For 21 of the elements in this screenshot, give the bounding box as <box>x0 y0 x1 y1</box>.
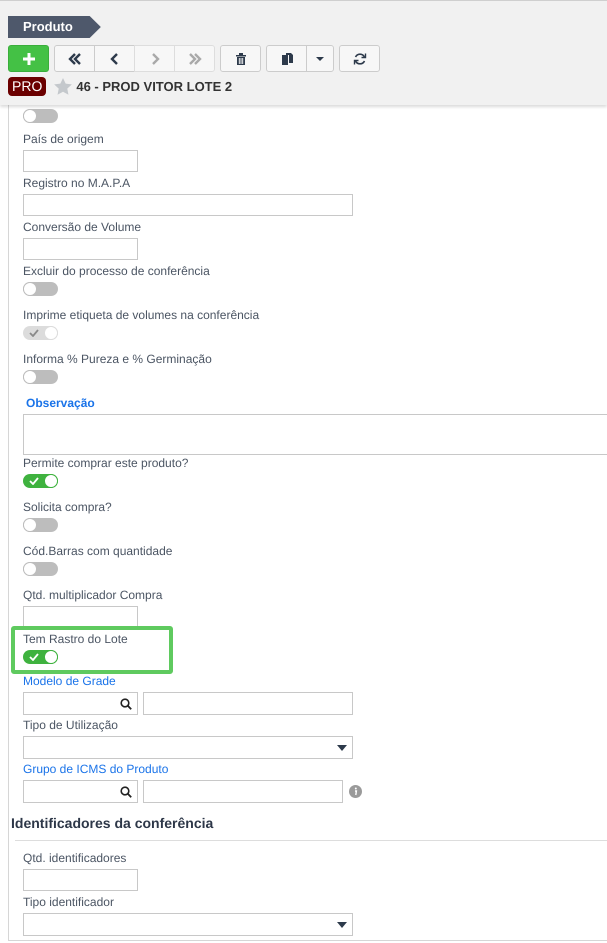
field-label: Permite comprar este produto? <box>23 456 190 471</box>
page-title: Produto <box>8 16 101 38</box>
field-label: Tipo de Utilização <box>23 718 119 733</box>
field-label: Solicita compra? <box>23 500 113 515</box>
field-link-label[interactable]: Observação <box>23 396 607 411</box>
record-title: 46 - PROD VITOR LOTE 2 <box>76 78 232 96</box>
field-label: Qtd. multiplicador Compra <box>23 588 164 603</box>
field-link-label[interactable]: Modelo de Grade <box>23 674 607 689</box>
field-label: Registro no M.A.P.A <box>23 176 132 191</box>
field-label: Tem Rastro do Lote <box>23 632 129 647</box>
field-label: Excluir do processo de conferência <box>23 264 211 279</box>
field-label: Imprime etiqueta de volumes na conferência <box>23 308 260 323</box>
field-label: Tipo identificador <box>23 895 115 910</box>
field-link-label[interactable]: Grupo de ICMS do Produto <box>23 762 607 777</box>
module-badge: PRO <box>8 77 46 96</box>
field-label: Conversão de Volume <box>23 220 142 235</box>
section-heading: Identificadores da conferência <box>11 814 214 833</box>
field-label: País de origem <box>23 132 105 147</box>
field-label: Qtd. identificadores <box>23 851 128 866</box>
field-label: Cód.Barras com quantidade <box>23 544 174 559</box>
field-label: Informa % Pureza e % Germinação <box>23 352 213 367</box>
